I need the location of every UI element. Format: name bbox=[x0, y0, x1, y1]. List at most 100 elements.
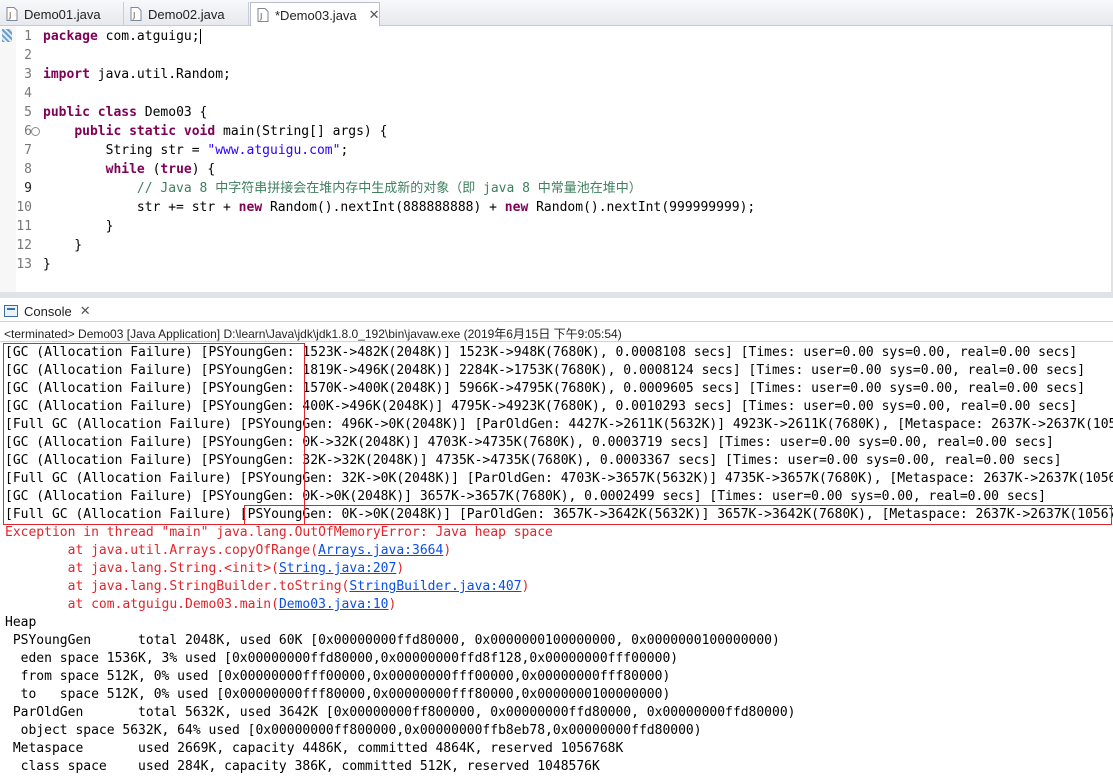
current-line-marker bbox=[2, 29, 12, 42]
editor-tab-bar: J Demo01.java J Demo02.java J *Demo03.ja… bbox=[0, 0, 1113, 27]
overview-ruler bbox=[0, 26, 16, 292]
tab-label: Demo01.java bbox=[24, 6, 101, 22]
keyword-token: class bbox=[97, 105, 137, 120]
tab-console[interactable]: Console ✕ bbox=[4, 300, 91, 322]
output-text: Heap bbox=[5, 615, 37, 630]
output-line: object space 5632K, 64% used [0x00000000… bbox=[5, 722, 702, 740]
output-line: Metaspace used 2669K, capacity 4486K, co… bbox=[5, 740, 624, 758]
line-number: 9 bbox=[24, 181, 32, 196]
keyword-token: true bbox=[160, 162, 192, 177]
java-file-icon: J bbox=[257, 8, 269, 22]
code-line: } bbox=[43, 217, 114, 236]
java-file-icon: J bbox=[6, 7, 18, 21]
output-text: at java.util.Arrays.copyOfRange( bbox=[5, 543, 319, 558]
fold-toggle-icon[interactable] bbox=[31, 127, 40, 136]
svg-text:J: J bbox=[8, 11, 11, 20]
keyword-token: new bbox=[504, 200, 529, 215]
error-line: Exception in thread "main" java.lang.Out… bbox=[5, 524, 553, 542]
tab-label: *Demo03.java bbox=[275, 7, 357, 23]
console-output[interactable]: [GC (Allocation Failure) [PSYoungGen: 15… bbox=[0, 341, 1113, 784]
stacktrace-link[interactable]: StringBuilder.java:407 bbox=[349, 579, 521, 594]
output-text: at java.lang.StringBuilder.toString( bbox=[5, 579, 350, 594]
line-number: 11 bbox=[16, 219, 32, 234]
stacktrace-link[interactable]: Arrays.java:3664 bbox=[318, 543, 443, 558]
code-line: while (true) { bbox=[43, 160, 216, 179]
highlight-box bbox=[244, 505, 1112, 525]
output-text: ParOldGen total 5632K, used 3642K [0x000… bbox=[5, 705, 796, 720]
output-text: object space 5632K, 64% used [0x00000000… bbox=[5, 723, 702, 738]
output-text: at com.atguigu.Demo03.main( bbox=[5, 597, 279, 612]
keyword-token: static bbox=[129, 124, 177, 139]
text-caret bbox=[199, 29, 201, 44]
comment-token: // Java 8 中字符串拼接会在堆内存中生成新的对象（即 java 8 中常… bbox=[136, 181, 642, 196]
error-line: at com.atguigu.Demo03.main(Demo03.java:1… bbox=[5, 596, 397, 614]
code-token: str bbox=[160, 143, 184, 158]
keyword-token: package bbox=[43, 29, 98, 44]
code-token: ( bbox=[144, 162, 161, 177]
error-line: at java.lang.String.<init>(String.java:2… bbox=[5, 560, 405, 578]
close-icon[interactable]: ✕ bbox=[369, 7, 380, 23]
code-line: } bbox=[43, 255, 51, 274]
line-number: 7 bbox=[24, 143, 32, 158]
close-icon[interactable]: ✕ bbox=[80, 303, 91, 319]
code-line: import java.util.Random; bbox=[43, 65, 231, 84]
tab-label: Demo02.java bbox=[148, 6, 225, 22]
keyword-token: public bbox=[43, 105, 90, 120]
tab-demo03[interactable]: J *Demo03.java ✕ bbox=[250, 2, 380, 27]
code-token: Random().nextInt(999999999); bbox=[528, 200, 756, 215]
code-token: Random().nextInt(888888888) + bbox=[262, 200, 505, 215]
svg-text:J: J bbox=[132, 11, 135, 20]
output-text: PSYoungGen total 2048K, used 60K [0x0000… bbox=[5, 633, 780, 648]
keyword-token: public bbox=[74, 124, 122, 139]
code-token: } bbox=[43, 238, 83, 253]
keyword-token: void bbox=[183, 124, 216, 139]
code-token: ; bbox=[340, 143, 349, 158]
line-number: 8 bbox=[24, 162, 32, 177]
output-text: ) bbox=[396, 561, 405, 576]
code-token: str += str + bbox=[43, 200, 239, 215]
line-number-gutter: 1 2 3 4 5 6 7 8 9 10 11 12 13 bbox=[16, 26, 40, 292]
tab-demo02[interactable]: J Demo02.java bbox=[124, 2, 249, 26]
output-line: class space used 284K, capacity 386K, co… bbox=[5, 758, 600, 776]
code-line: package com.atguigu; bbox=[43, 27, 201, 46]
output-text: ) bbox=[388, 597, 397, 612]
code-editor[interactable]: 1 2 3 4 5 6 7 8 9 10 11 12 13 package com.atguigu; im… bbox=[0, 26, 1113, 292]
code-token: ) { bbox=[191, 162, 216, 177]
line-number: 12 bbox=[16, 238, 32, 253]
code-line: str += str + new Random().nextInt(888888… bbox=[43, 198, 755, 217]
keyword-token: import bbox=[43, 67, 90, 82]
stacktrace-link[interactable]: Demo03.java:10 bbox=[279, 597, 389, 612]
output-text: class space used 284K, capacity 386K, co… bbox=[5, 759, 600, 774]
svg-text:J: J bbox=[259, 12, 262, 21]
console-tab-label: Console bbox=[24, 303, 72, 319]
line-number: 3 bbox=[24, 67, 32, 82]
stacktrace-link[interactable]: String.java:207 bbox=[279, 561, 396, 576]
output-text: ) bbox=[521, 579, 530, 594]
code-line: public static void main(String[] args) { bbox=[43, 122, 387, 141]
keyword-token: while bbox=[105, 162, 145, 177]
output-text: ) bbox=[443, 543, 452, 558]
line-number: 1 bbox=[24, 29, 32, 44]
output-text: eden space 1536K, 3% used [0x00000000ffd… bbox=[5, 651, 679, 666]
highlight-box bbox=[3, 343, 305, 525]
line-number: 6 bbox=[24, 124, 32, 139]
output-line: PSYoungGen total 2048K, used 60K [0x0000… bbox=[5, 632, 780, 650]
code-token: Demo03 { bbox=[136, 105, 208, 120]
java-file-icon: J bbox=[130, 7, 142, 21]
line-number: 2 bbox=[24, 48, 32, 63]
code-token: String bbox=[43, 143, 161, 158]
line-number: 5 bbox=[24, 105, 32, 120]
code-token: com.atguigu; bbox=[97, 29, 200, 44]
output-line: ParOldGen total 5632K, used 3642K [0x000… bbox=[5, 704, 796, 722]
tab-demo01[interactable]: J Demo01.java bbox=[0, 2, 124, 26]
output-line: eden space 1536K, 3% used [0x00000000ffd… bbox=[5, 650, 678, 668]
output-line: to space 512K, 0% used [0x00000000fff800… bbox=[5, 686, 671, 704]
code-token: main(String[] args) { bbox=[215, 124, 388, 139]
code-token: java.util.Random; bbox=[89, 67, 231, 82]
